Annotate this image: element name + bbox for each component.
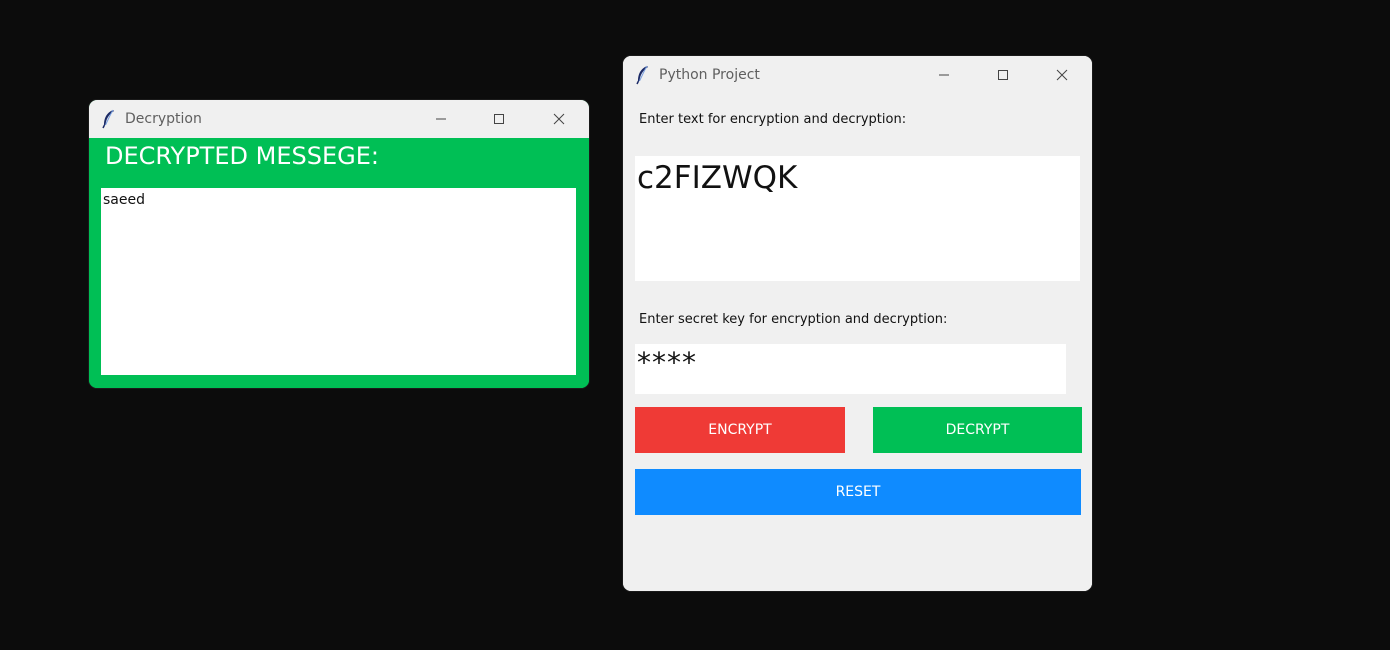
- feather-icon: [101, 109, 117, 129]
- maximize-icon: [493, 113, 505, 125]
- message-text-area[interactable]: c2FIZWQK: [635, 156, 1080, 281]
- window-title: Python Project: [659, 67, 760, 83]
- main-body: Enter text for encryption and decryption…: [623, 94, 1092, 591]
- decrypt-button[interactable]: DECRYPT: [873, 407, 1082, 453]
- decrypted-message-heading: DECRYPTED MESSEGE:: [105, 142, 379, 170]
- minimize-icon: [435, 113, 447, 125]
- close-icon: [553, 113, 565, 125]
- title-bar[interactable]: Python Project: [623, 56, 1092, 94]
- feather-icon: [635, 65, 651, 85]
- text-input-label: Enter text for encryption and decryption…: [639, 112, 907, 127]
- decryption-window: Decryption DECRYPTED MESSEGE: saeed: [89, 100, 589, 388]
- minimize-button[interactable]: [915, 56, 973, 94]
- encrypt-button[interactable]: ENCRYPT: [635, 407, 845, 453]
- close-button[interactable]: [530, 100, 588, 138]
- close-button[interactable]: [1033, 56, 1091, 94]
- title-bar[interactable]: Decryption: [89, 100, 589, 138]
- decryption-body: DECRYPTED MESSEGE: saeed: [89, 138, 589, 388]
- secret-key-field[interactable]: ****: [635, 344, 1066, 394]
- maximize-button[interactable]: [470, 100, 528, 138]
- reset-button[interactable]: RESET: [635, 469, 1081, 515]
- decrypted-output-textbox[interactable]: saeed: [101, 188, 576, 375]
- close-icon: [1056, 69, 1068, 81]
- maximize-button[interactable]: [974, 56, 1032, 94]
- minimize-icon: [938, 69, 950, 81]
- secret-key-label: Enter secret key for encryption and decr…: [639, 312, 948, 327]
- maximize-icon: [997, 69, 1009, 81]
- window-title: Decryption: [125, 111, 202, 127]
- python-project-window: Python Project Enter text for encryption…: [623, 56, 1092, 591]
- minimize-button[interactable]: [412, 100, 470, 138]
